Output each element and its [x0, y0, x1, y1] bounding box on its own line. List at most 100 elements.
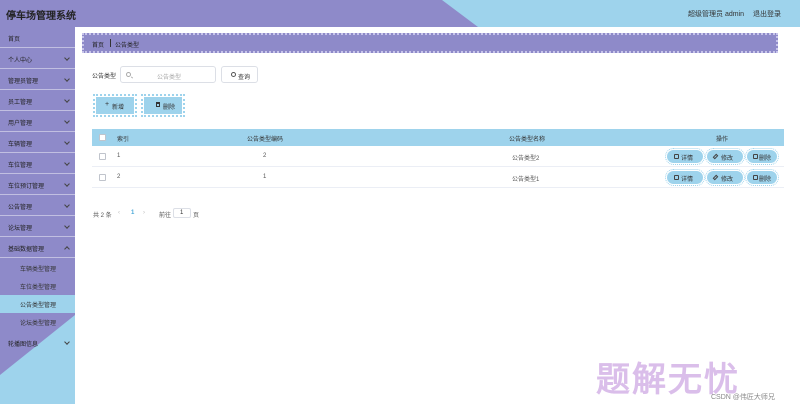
add-button-label: 新增 [112, 105, 125, 111]
sidebar-item-label: 用户管理 [8, 121, 33, 127]
trash-icon [753, 154, 758, 159]
sidebar-item-forum[interactable]: 论坛管理 [0, 216, 75, 237]
sidebar-subitem-space-types[interactable]: 车位类型管理 [0, 277, 75, 295]
document-icon [674, 154, 679, 159]
query-button[interactable]: 查询 [221, 66, 258, 83]
trash-icon [156, 102, 160, 107]
sidebar-subitem-label: 论坛类型管理 [20, 321, 57, 327]
header-code: 公告类型编码 [247, 137, 284, 143]
delete-button-label: 删除 [759, 177, 772, 183]
sidebar-item-home[interactable]: 首页 [0, 27, 75, 48]
chevron-down-icon [64, 97, 70, 103]
header-index: 索引 [117, 137, 130, 143]
search-icon [231, 72, 236, 77]
app-title: 停车场管理系统 [6, 11, 76, 22]
sidebar-item-spaces[interactable]: 车位管理 [0, 153, 75, 174]
edit-button[interactable]: 修改 [705, 169, 745, 186]
select-all-checkbox[interactable] [99, 134, 106, 141]
document-icon [674, 175, 679, 180]
sidebar-item-profile[interactable]: 个人中心 [0, 48, 75, 69]
sidebar-item-notices[interactable]: 公告管理 [0, 195, 75, 216]
search-input[interactable]: 公告类型 [120, 66, 216, 83]
chevron-down-icon [64, 160, 70, 166]
detail-button-label: 详情 [681, 156, 694, 162]
search-label: 公告类型 [92, 74, 117, 80]
sidebar-subitem-vehicle-types[interactable]: 车辆类型管理 [0, 259, 75, 277]
edit-icon [712, 174, 719, 181]
sidebar-item-reservations[interactable]: 车位预订管理 [0, 174, 75, 195]
edit-button-label: 修改 [721, 177, 734, 183]
header-operations: 操作 [716, 137, 729, 143]
top-header: 停车场管理系统 超级管理员 admin 退出登录 [0, 0, 800, 27]
chevron-down-icon [64, 139, 70, 145]
row-checkbox[interactable] [99, 153, 106, 160]
search-placeholder: 公告类型 [157, 75, 182, 81]
pagination-page-input[interactable]: 1 [173, 208, 191, 218]
pagination-prev-icon[interactable]: ‹ [118, 210, 120, 216]
header-accent-wedge [442, 0, 800, 27]
trash-icon [753, 175, 758, 180]
cell-name: 公告类型1 [512, 177, 540, 183]
pagination-goto-label: 前往 [159, 213, 172, 219]
bulk-delete-button[interactable]: 删除 [141, 94, 185, 117]
chevron-down-icon [64, 339, 70, 345]
chevron-down-icon [64, 76, 70, 82]
chevron-down-icon [64, 181, 70, 187]
sidebar-item-label: 员工管理 [8, 100, 33, 106]
sidebar-item-vehicles[interactable]: 车辆管理 [0, 132, 75, 153]
pagination-page-value: 1 [180, 210, 184, 216]
pagination-total: 共 2 条 [93, 213, 112, 219]
bulk-delete-label: 删除 [163, 105, 176, 111]
plus-icon: + [105, 101, 110, 108]
pagination-current-page[interactable]: 1 [131, 210, 134, 216]
table-row: 1 2 公告类型2 详情 修改 删除 [92, 146, 784, 167]
sidebar-subitem-label: 车位类型管理 [20, 285, 57, 291]
breadcrumb: 首页 公告类型 [82, 33, 778, 53]
edit-button[interactable]: 修改 [705, 148, 745, 165]
table-row: 2 1 公告类型1 详情 修改 删除 [92, 167, 784, 188]
sidebar-item-admins[interactable]: 管理员管理 [0, 69, 75, 90]
add-button[interactable]: + 新增 [93, 94, 137, 117]
sidebar-item-staff[interactable]: 员工管理 [0, 90, 75, 111]
breadcrumb-home[interactable]: 首页 [92, 40, 104, 49]
row-checkbox[interactable] [99, 174, 106, 181]
sidebar: 首页 个人中心 管理员管理 员工管理 用户管理 车辆管理 车位管理 车位预订管理… [0, 27, 75, 404]
sidebar-item-label: 基础数据管理 [8, 247, 45, 253]
watermark-credit: CSDN @伟匠大师兄 [711, 394, 775, 401]
sidebar-subitem-notice-types[interactable]: 公告类型管理 [0, 295, 75, 313]
sidebar-subitem-forum-types[interactable]: 论坛类型管理 [0, 313, 75, 331]
detail-button-label: 详情 [681, 177, 694, 183]
edit-button-label: 修改 [721, 156, 734, 162]
delete-button[interactable]: 删除 [745, 169, 779, 186]
cell-name: 公告类型2 [512, 156, 540, 162]
cell-index: 2 [117, 174, 121, 180]
chevron-down-icon [64, 202, 70, 208]
sidebar-item-label: 轮播图信息 [8, 342, 39, 348]
sidebar-item-label: 公告管理 [8, 205, 33, 211]
breadcrumb-separator [110, 39, 111, 47]
search-icon [126, 72, 131, 77]
sidebar-item-label: 车位管理 [8, 163, 33, 169]
sidebar-item-label: 个人中心 [8, 58, 33, 64]
edit-icon [712, 153, 719, 160]
sidebar-subitem-label: 车辆类型管理 [20, 267, 57, 273]
cell-code: 1 [263, 174, 267, 180]
detail-button[interactable]: 详情 [665, 148, 705, 165]
detail-button[interactable]: 详情 [665, 169, 705, 186]
logout-link[interactable]: 退出登录 [753, 9, 781, 19]
sidebar-item-label: 首页 [8, 37, 21, 43]
delete-button[interactable]: 删除 [745, 148, 779, 165]
pagination-next-icon[interactable]: › [143, 210, 145, 216]
delete-button-label: 删除 [759, 156, 772, 162]
chevron-down-icon [64, 118, 70, 124]
sidebar-item-label: 论坛管理 [8, 226, 33, 232]
sidebar-item-label: 车辆管理 [8, 142, 33, 148]
header-name: 公告类型名称 [509, 137, 546, 143]
sidebar-item-base-data[interactable]: 基础数据管理 [0, 237, 75, 258]
sidebar-item-label: 车位预订管理 [8, 184, 45, 190]
chevron-up-icon [64, 246, 70, 252]
cell-index: 1 [117, 153, 121, 159]
sidebar-item-carousel[interactable]: 轮播图信息 [0, 332, 75, 353]
pagination-page-unit: 页 [193, 213, 200, 219]
sidebar-item-users[interactable]: 用户管理 [0, 111, 75, 132]
